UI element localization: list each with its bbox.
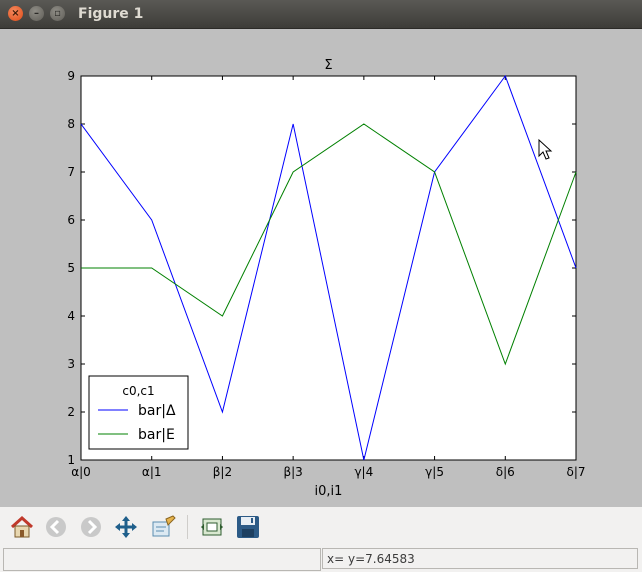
x-tick-label: β|3 xyxy=(283,465,302,479)
legend: c0,c1 bar|Δ bar|E xyxy=(88,375,189,450)
pan-icon[interactable] xyxy=(112,513,140,541)
figure-canvas[interactable]: α|0 α|1 β|2 β|3 γ|4 γ|5 δ|6 δ|7 1 2 3 4 5 6 7 8 9 Σ i0,i… xyxy=(0,29,642,507)
home-icon[interactable] xyxy=(8,513,36,541)
maximize-icon[interactable]: ▫ xyxy=(50,6,65,21)
navigation-toolbar xyxy=(0,507,642,547)
coordinate-readout: x= y=7.64583 xyxy=(322,548,638,569)
y-tick-label: 3 xyxy=(67,357,75,371)
legend-title: c0,c1 xyxy=(122,384,154,398)
status-message xyxy=(3,548,321,571)
forward-icon[interactable] xyxy=(77,513,105,541)
save-icon[interactable] xyxy=(234,513,262,541)
y-tick-label: 1 xyxy=(67,453,75,467)
y-tick-label: 7 xyxy=(67,165,75,179)
x-tick-label: γ|5 xyxy=(425,465,444,479)
x-axis-label: i0,i1 xyxy=(315,484,343,499)
y-tick-label: 9 xyxy=(67,69,75,83)
subplots-icon[interactable] xyxy=(198,513,226,541)
title-bar: × – ▫ Figure 1 xyxy=(0,0,642,29)
zoom-icon[interactable] xyxy=(149,513,177,541)
x-tick-label: δ|6 xyxy=(496,465,515,479)
x-tick-label: α|0 xyxy=(71,465,91,479)
status-bar: x= y=7.64583 xyxy=(0,547,642,572)
x-tick-label: β|2 xyxy=(213,465,232,479)
minimize-icon[interactable]: – xyxy=(29,6,44,21)
y-tick-label: 8 xyxy=(67,117,75,131)
x-tick-label: γ|4 xyxy=(354,465,373,479)
y-tick-label: 5 xyxy=(67,261,75,275)
close-icon[interactable]: × xyxy=(8,6,23,21)
legend-label-series-1: bar|Δ xyxy=(138,403,176,419)
back-icon[interactable] xyxy=(42,513,70,541)
y-tick-label: 6 xyxy=(67,213,75,227)
y-tick-label: 4 xyxy=(67,309,75,323)
x-tick-label: δ|7 xyxy=(566,465,585,479)
legend-label-series-2: bar|E xyxy=(138,427,175,443)
window-title: Figure 1 xyxy=(78,6,144,22)
y-tick-label: 2 xyxy=(67,405,75,419)
chart-title: Σ xyxy=(324,58,332,73)
toolbar-separator xyxy=(187,515,188,539)
line-chart: α|0 α|1 β|2 β|3 γ|4 γ|5 δ|6 δ|7 1 2 3 4 5 6 7 8 9 Σ i0,i… xyxy=(67,58,585,499)
x-tick-label: α|1 xyxy=(142,465,162,479)
